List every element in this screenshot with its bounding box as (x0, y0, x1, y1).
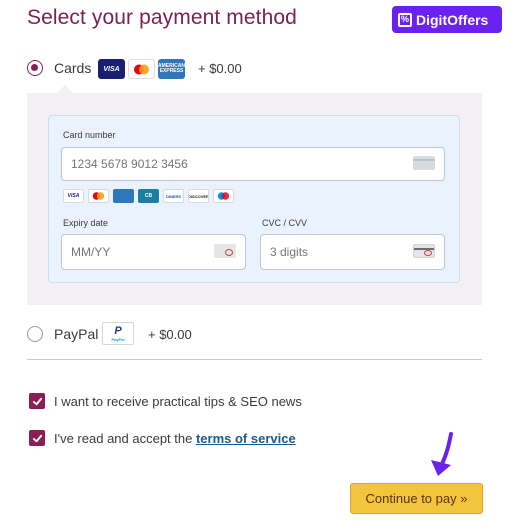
credit-card-icon (413, 156, 435, 170)
paypal-logo: P PayPal (102, 322, 134, 345)
checkmark-icon (32, 434, 42, 442)
card-cvc-icon (413, 244, 435, 258)
divider (27, 359, 482, 360)
mini-amex-logo: AMEX (113, 189, 134, 203)
tips-label[interactable]: I want to receive practical tips & SEO n… (54, 394, 302, 409)
paypal-label[interactable]: PayPal (54, 326, 98, 342)
continue-to-pay-button[interactable]: Continue to pay » (350, 483, 483, 514)
mini-diners-logo: DINERS (163, 189, 184, 203)
mini-mastercard-circles-icon (92, 192, 105, 200)
mini-discover-logo: DISCOVER (188, 189, 209, 203)
mini-maestro-logo (213, 189, 234, 203)
brand-badge: % DigitOffers (392, 6, 502, 33)
brand-name: DigitOffers (416, 11, 489, 28)
card-number-label: Card number (63, 130, 116, 140)
page-title: Select your payment method (27, 6, 297, 29)
mastercard-circles-icon (134, 64, 149, 74)
expiry-label: Expiry date (63, 218, 109, 228)
tips-checkbox[interactable] (29, 393, 45, 409)
cvc-label: CVC / CVV (262, 218, 308, 228)
tos-checkbox[interactable] (29, 430, 45, 446)
cards-radio[interactable] (27, 60, 43, 76)
cards-price: + $0.00 (198, 61, 242, 76)
paypal-price: + $0.00 (148, 327, 192, 342)
paypal-logo-text: PayPal (111, 336, 125, 342)
card-number-input[interactable] (61, 147, 445, 181)
amex-logo: AMERICAN EXPRESS (158, 59, 185, 79)
paypal-radio[interactable] (27, 326, 43, 342)
mini-visa-logo: VISA (63, 189, 84, 203)
tos-prefix: I've read and accept the (54, 431, 196, 446)
mini-cb-logo: CB (138, 189, 159, 203)
checkmark-icon (32, 397, 42, 405)
paypal-p-icon: P (114, 324, 122, 337)
cards-label[interactable]: Cards (54, 60, 91, 76)
mini-mastercard-logo (88, 189, 109, 203)
tos-label: I've read and accept the terms of servic… (54, 431, 296, 446)
arrow-down-icon (431, 432, 453, 476)
visa-logo: VISA (98, 59, 125, 79)
mastercard-logo (128, 59, 155, 79)
percent-icon: % (398, 12, 412, 27)
mini-maestro-circles-icon (217, 192, 230, 200)
terms-of-service-link[interactable]: terms of service (196, 431, 296, 446)
card-expiry-icon (214, 244, 236, 258)
